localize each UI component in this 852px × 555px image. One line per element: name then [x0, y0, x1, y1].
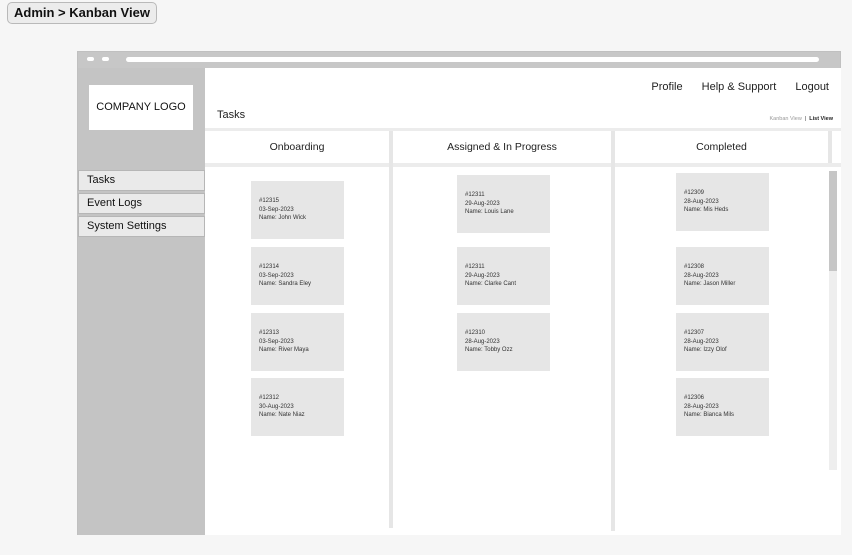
profile-link[interactable]: Profile [651, 81, 682, 93]
card-id: #12315 [259, 198, 280, 204]
task-card[interactable]: #12314 03-Sep-2023 Name: Sandra Eley [251, 247, 344, 305]
column-divider [389, 131, 393, 528]
address-bar[interactable] [126, 57, 819, 62]
task-card[interactable]: #12311 29-Aug-2023 Name: Louis Lane [457, 175, 550, 233]
card-date: 03-Sep-2023 [259, 272, 294, 279]
card-id: #12311 [465, 192, 485, 198]
main-content: Profile Help & Support Logout Tasks Kanb… [205, 68, 841, 535]
view-separator: | [804, 116, 807, 122]
divider [205, 163, 841, 167]
task-card[interactable]: #12311 29-Aug-2023 Name: Clarke Cant [457, 247, 550, 305]
list-view-link[interactable]: List View [809, 116, 833, 122]
scrollbar-thumb[interactable] [829, 171, 837, 271]
card-id: #12311 [465, 264, 485, 270]
breadcrumb: Admin > Kanban View [7, 2, 157, 24]
task-card[interactable]: #12306 28-Aug-2023 Name: Bianca Mils [676, 378, 769, 436]
task-card[interactable]: #12310 28-Aug-2023 Name: Tobby Ozz [457, 313, 550, 371]
sidebar-item-event-logs[interactable]: Event Logs [78, 193, 205, 214]
card-date: 28-Aug-2023 [684, 272, 719, 279]
task-card[interactable]: #12307 28-Aug-2023 Name: Izzy Olof [676, 313, 769, 371]
top-navigation: Profile Help & Support Logout [635, 81, 829, 93]
card-name: Name: Louis Lane [465, 209, 514, 215]
company-logo[interactable]: COMPANY LOGO [89, 85, 193, 130]
window-dot-icon[interactable] [102, 57, 109, 61]
card-id: #12306 [684, 395, 705, 401]
column-header-in-progress: Assigned & In Progress [393, 131, 611, 163]
task-card[interactable]: #12312 30-Aug-2023 Name: Nate Niaz [251, 378, 344, 436]
card-date: 29-Aug-2023 [465, 200, 500, 207]
card-name: Name: Tobby Ozz [465, 347, 513, 353]
card-date: 30-Aug-2023 [259, 403, 294, 410]
card-name: Name: Mis Heds [684, 207, 729, 213]
card-id: #12310 [465, 330, 486, 336]
task-card[interactable]: #12309 28-Aug-2023 Name: Mis Heds [676, 173, 769, 231]
kanban-view-link[interactable]: Kanban View [770, 116, 802, 122]
card-date: 28-Aug-2023 [684, 198, 719, 205]
column-header-completed: Completed [615, 131, 828, 163]
window-dot-icon[interactable] [87, 57, 94, 61]
window-titlebar [78, 52, 840, 68]
card-name: Name: Nate Niaz [259, 412, 305, 418]
task-card[interactable]: #12313 03-Sep-2023 Name: River Maya [251, 313, 344, 371]
card-date: 03-Sep-2023 [259, 206, 294, 213]
page-title: Tasks [217, 109, 246, 121]
browser-window: COMPANY LOGO Tasks Event Logs System Set… [77, 51, 841, 535]
card-date: 03-Sep-2023 [259, 338, 294, 345]
card-name: Name: Izzy Olof [684, 347, 727, 353]
card-name: Name: Sandra Eley [259, 281, 312, 287]
task-card[interactable]: #12308 28-Aug-2023 Name: Jason Miller [676, 247, 769, 305]
help-support-link[interactable]: Help & Support [702, 81, 777, 93]
card-id: #12308 [684, 264, 705, 270]
card-name: Name: Jason Miller [684, 281, 736, 287]
view-toggle: Kanban View | List View [770, 116, 834, 122]
card-id: #12313 [259, 330, 280, 336]
card-date: 28-Aug-2023 [684, 403, 719, 410]
card-date: 28-Aug-2023 [684, 338, 719, 345]
card-name: Name: John Wick [259, 215, 307, 221]
logout-link[interactable]: Logout [795, 81, 829, 93]
card-id: #12312 [259, 395, 280, 401]
card-name: Name: Bianca Mils [684, 412, 735, 418]
card-date: 29-Aug-2023 [465, 272, 500, 279]
sidebar-item-tasks[interactable]: Tasks [78, 170, 205, 191]
task-card[interactable]: #12315 03-Sep-2023 Name: John Wick [251, 181, 344, 239]
card-id: #12314 [259, 264, 280, 270]
card-name: Name: River Maya [259, 347, 309, 353]
column-header-onboarding: Onboarding [205, 131, 389, 163]
sidebar: COMPANY LOGO Tasks Event Logs System Set… [78, 68, 205, 535]
card-id: #12307 [684, 330, 705, 336]
card-id: #12309 [684, 190, 705, 196]
card-name: Name: Clarke Cant [465, 281, 517, 287]
vertical-scrollbar[interactable] [829, 171, 837, 470]
sidebar-item-system-settings[interactable]: System Settings [78, 216, 205, 237]
column-divider [828, 131, 832, 163]
card-date: 28-Aug-2023 [465, 338, 500, 345]
column-divider [611, 131, 615, 531]
